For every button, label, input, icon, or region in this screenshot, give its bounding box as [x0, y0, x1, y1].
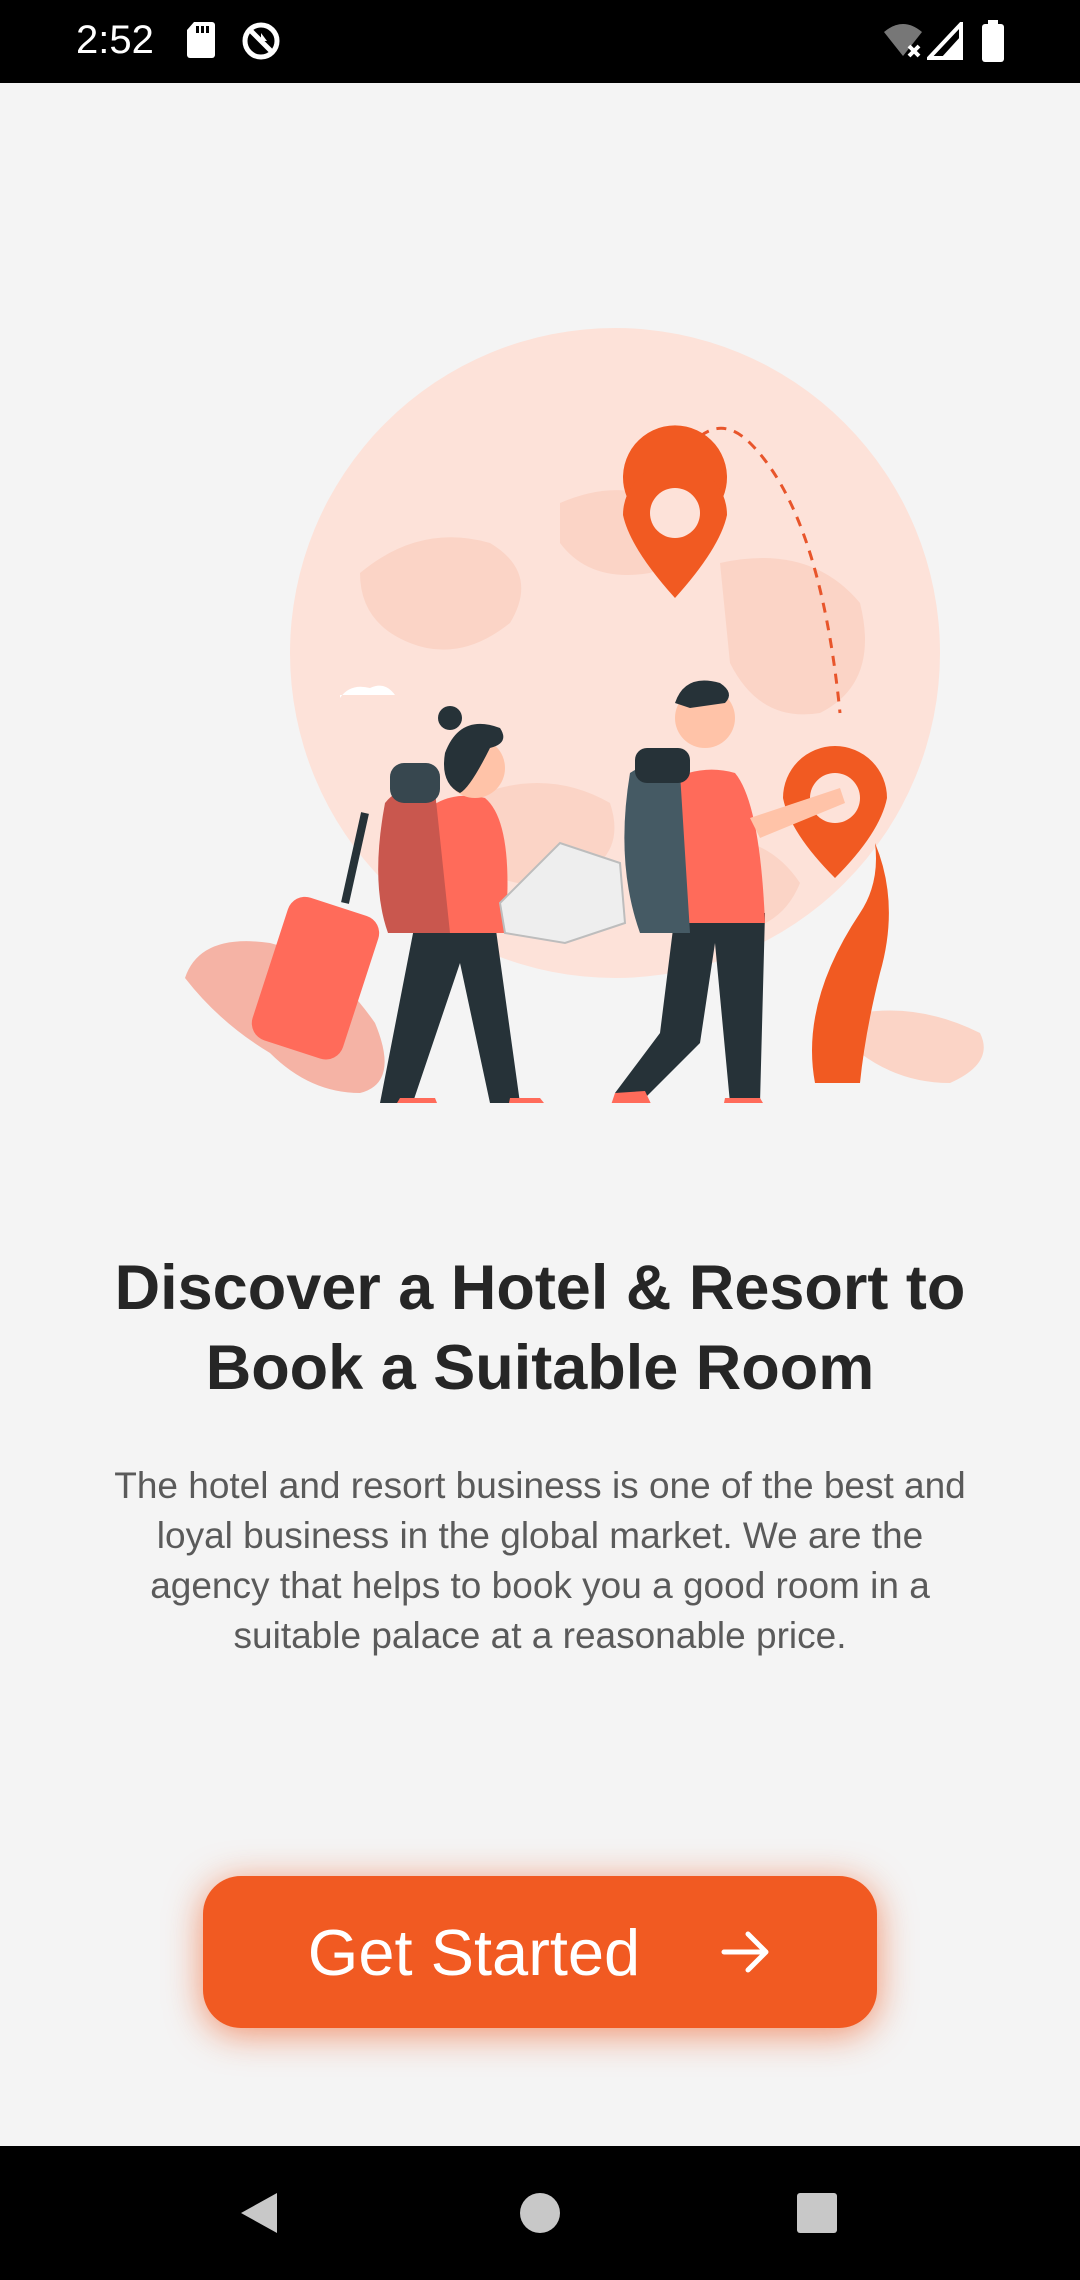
- travel-illustration: [185, 328, 984, 1103]
- status-time: 2:52: [76, 18, 154, 62]
- arrow-right-icon: [721, 1931, 769, 1973]
- back-button[interactable]: [192, 2146, 326, 2280]
- sd-card-icon: [186, 20, 216, 65]
- home-icon: [520, 2193, 560, 2233]
- page-title: Discover a Hotel & Resort to Book a Suit…: [114, 1253, 966, 1403]
- onboarding-screen: Discover a Hotel & Resort to Book a Suit…: [0, 83, 1080, 2146]
- signal-icon: [924, 18, 963, 65]
- get-started-label: Get Started: [307, 1915, 641, 1989]
- system-nav-bar: [0, 2146, 1080, 2280]
- home-button[interactable]: [473, 2146, 607, 2280]
- battery-icon: [982, 20, 1004, 67]
- status-bar: 2:52: [0, 0, 1080, 83]
- back-icon: [241, 2193, 277, 2233]
- wifi-off-icon: [882, 22, 924, 65]
- page-description: The hotel and resort business is one of …: [114, 1465, 966, 1656]
- recents-button[interactable]: [750, 2146, 884, 2280]
- recents-icon: [797, 2193, 837, 2233]
- sync-off-icon: [240, 20, 282, 67]
- get-started-button[interactable]: Get Started: [203, 1876, 877, 2028]
